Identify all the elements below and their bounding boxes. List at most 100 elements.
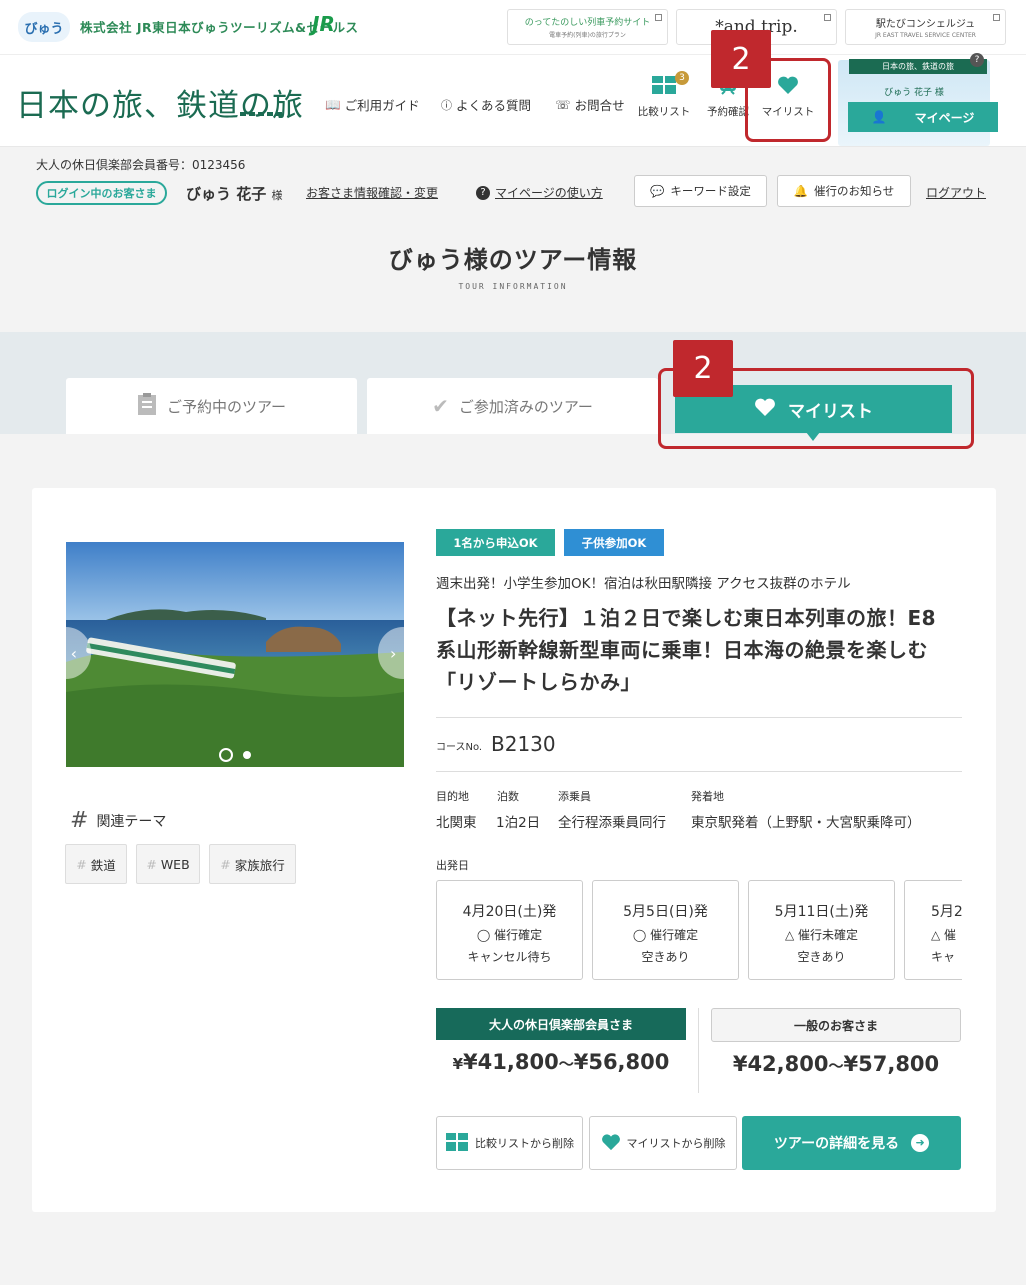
account-info-link[interactable]: お客さま情報確認・変更: [306, 184, 438, 201]
ext-link-label: のってたのしい列車予約サイト: [524, 18, 651, 28]
mypage-username: びゅう 花子 様: [884, 88, 944, 98]
keyword-settings-button[interactable]: 💬 キーワード設定: [634, 175, 767, 207]
login-status-badge: ログイン中のお客さま: [36, 181, 167, 205]
view-tour-detail-button[interactable]: ツアーの詳細を見る ➜: [742, 1116, 961, 1170]
carousel-next-button[interactable]: ›: [378, 627, 428, 679]
departure-date-card[interactable]: 5月2 △ 催 キャ: [904, 880, 962, 980]
info-escort: 全行程添乗員同行: [558, 815, 666, 831]
info-destination: 北関東: [436, 815, 477, 831]
ext-link-sub: JR EAST TRAVEL SERVICE CENTER: [875, 32, 976, 39]
notice-label: 催行のお知らせ: [814, 184, 895, 198]
date-seats: キャ: [931, 950, 956, 964]
member-price: ¥¥41,800～¥56,800: [452, 1050, 670, 1074]
logout-link[interactable]: ログアウト: [926, 184, 986, 201]
date-seats: 空きあり: [797, 950, 846, 964]
price-max: ¥57,800: [843, 1052, 940, 1076]
info-label: 目的地: [436, 790, 469, 803]
nav-faq[interactable]: ⓘ よくある質問: [441, 95, 531, 114]
mypage-guide-link[interactable]: ? マイページの使い方: [476, 184, 603, 201]
theme-tag-label: 家族旅行: [234, 857, 285, 873]
date-text: 5月2: [931, 904, 962, 920]
ext-link-sub: 電車予約(列車)の旅行プラン: [549, 32, 626, 39]
tour-title[interactable]: 【ネット先行】１泊２日で楽しむ東日本列車の旅！E8 系山形新幹線新型車両に乗車！…: [436, 602, 966, 698]
departure-date-card[interactable]: 5月5日(日)発 ◯ 催行確定 空きあり: [592, 880, 739, 980]
date-status: △ 催: [931, 928, 957, 942]
logo-rail-decoration: [240, 112, 284, 116]
view-logo[interactable]: びゅう: [18, 12, 70, 42]
reserve-label: 予約確認: [707, 106, 749, 118]
tour-title-line: 「リゾートしらかみ」: [436, 670, 641, 694]
tab-completed-tours[interactable]: ✔ ご参加済みのツアー: [367, 378, 658, 434]
hash-icon: #: [70, 808, 89, 833]
ext-link-eki-concierge[interactable]: 駅たびコンシェルジュ JR EAST TRAVEL SERVICE CENTER: [845, 9, 1006, 45]
theme-tag[interactable]: # WEB: [136, 844, 200, 884]
date-status: ◯ 催行確定: [476, 928, 543, 942]
tour-catchphrase: 週末出発！小学生参加OK！宿泊は秋田駅隣接 アクセス抜群のホテル: [436, 576, 851, 592]
heart-icon: [601, 1133, 621, 1154]
step-callout: 2: [673, 340, 733, 397]
hash-icon: #: [220, 856, 231, 872]
page-title: びゅう様のツアー情報: [388, 246, 638, 274]
mypage-tag: 日本の旅、鉄道の旅: [849, 59, 987, 74]
jr-logo: JR: [312, 12, 335, 36]
user-name-text: びゅう 花子: [186, 185, 267, 203]
check-icon: ✔: [432, 394, 449, 418]
external-link-icon: [655, 14, 662, 21]
label-chip: 1名から申込OK: [436, 529, 555, 556]
carousel-dot[interactable]: [243, 751, 251, 759]
hash-icon: #: [146, 856, 157, 872]
member-price-label: 大人の休日倶楽部会員さま: [436, 1008, 686, 1040]
tab-reserved-label: ご予約中のツアー: [166, 397, 287, 416]
tour-photo[interactable]: [66, 542, 404, 767]
help-icon[interactable]: ?: [970, 53, 984, 67]
tour-title-line: 【ネット先行】１泊２日で楽しむ東日本列車の旅！E8: [436, 606, 937, 630]
course-no-label: コースNo.: [436, 742, 483, 753]
ext-link-train-reserve[interactable]: のってたのしい列車予約サイト 電車予約(列車)の旅行プラン: [507, 9, 668, 45]
remove-compare-button[interactable]: 比較リストから削除: [436, 1116, 583, 1170]
tab-reserved-tours[interactable]: ご予約中のツアー: [66, 378, 357, 434]
price-min: ¥42,800: [732, 1052, 829, 1076]
nav-guide-label: ご利用ガイド: [344, 98, 420, 113]
member-number: 大人の休日倶楽部会員番号：0123456: [36, 158, 246, 172]
compare-icon: [445, 1132, 469, 1155]
nav-guide[interactable]: 📖 ご利用ガイド: [325, 95, 420, 114]
hash-icon: #: [76, 856, 87, 872]
question-icon: ⓘ: [441, 98, 452, 112]
course-no: B2130: [491, 732, 556, 756]
departure-date-card[interactable]: 5月11日(土)発 △ 催行未確定 空きあり: [748, 880, 895, 980]
keyword-label: キーワード設定: [670, 184, 751, 198]
remove-mylist-button[interactable]: マイリストから削除: [589, 1116, 737, 1170]
price-divider: [698, 1008, 699, 1093]
theme-tag[interactable]: # 鉄道: [65, 844, 127, 884]
theme-tag-label: 鉄道: [90, 857, 116, 873]
date-status: △ 催行未確定: [784, 928, 859, 942]
price-max: ¥56,800: [573, 1050, 670, 1074]
tab-completed-label: ご参加済みのツアー: [458, 397, 593, 416]
phone-icon: ☏: [555, 97, 571, 112]
mypage-button[interactable]: 👤 マイページ: [848, 102, 998, 132]
date-seats: キャンセル待ち: [467, 950, 552, 964]
theme-tag[interactable]: # 家族旅行: [209, 844, 296, 884]
carousel-prev-button[interactable]: ‹: [41, 627, 91, 679]
site-logo[interactable]: 日本の旅、鉄道の旅: [16, 80, 304, 125]
info-nights: 1泊2日: [496, 815, 541, 831]
price-min: ¥41,800: [463, 1050, 559, 1074]
compare-icon: [651, 72, 677, 98]
chevron-right-icon: ›: [390, 643, 397, 663]
departure-date-card[interactable]: 4月20日(土)発 ◯ 催行確定 キャンセル待ち: [436, 880, 583, 980]
remove-mylist-label: マイリストから削除: [626, 1137, 726, 1150]
mypage-button-label: マイページ: [914, 110, 975, 125]
divider: [436, 717, 962, 718]
nav-contact[interactable]: ☏ お問合せ: [555, 95, 625, 114]
info-label: 発着地: [691, 790, 724, 803]
departure-date-label: 出発日: [436, 859, 469, 872]
date-status: ◯ 催行確定: [632, 928, 699, 942]
price-sep: ～: [828, 1057, 844, 1075]
nav-contact-label: お問合せ: [574, 98, 625, 113]
general-price-label: 一般のお客さま: [711, 1008, 961, 1042]
carousel-dot-active[interactable]: [219, 748, 233, 762]
clipboard-icon: [137, 392, 157, 420]
date-seats: 空きあり: [641, 950, 690, 964]
notice-button[interactable]: 🔔 催行のお知らせ: [777, 175, 911, 207]
date-text: 4月20日(土)発: [462, 904, 557, 920]
